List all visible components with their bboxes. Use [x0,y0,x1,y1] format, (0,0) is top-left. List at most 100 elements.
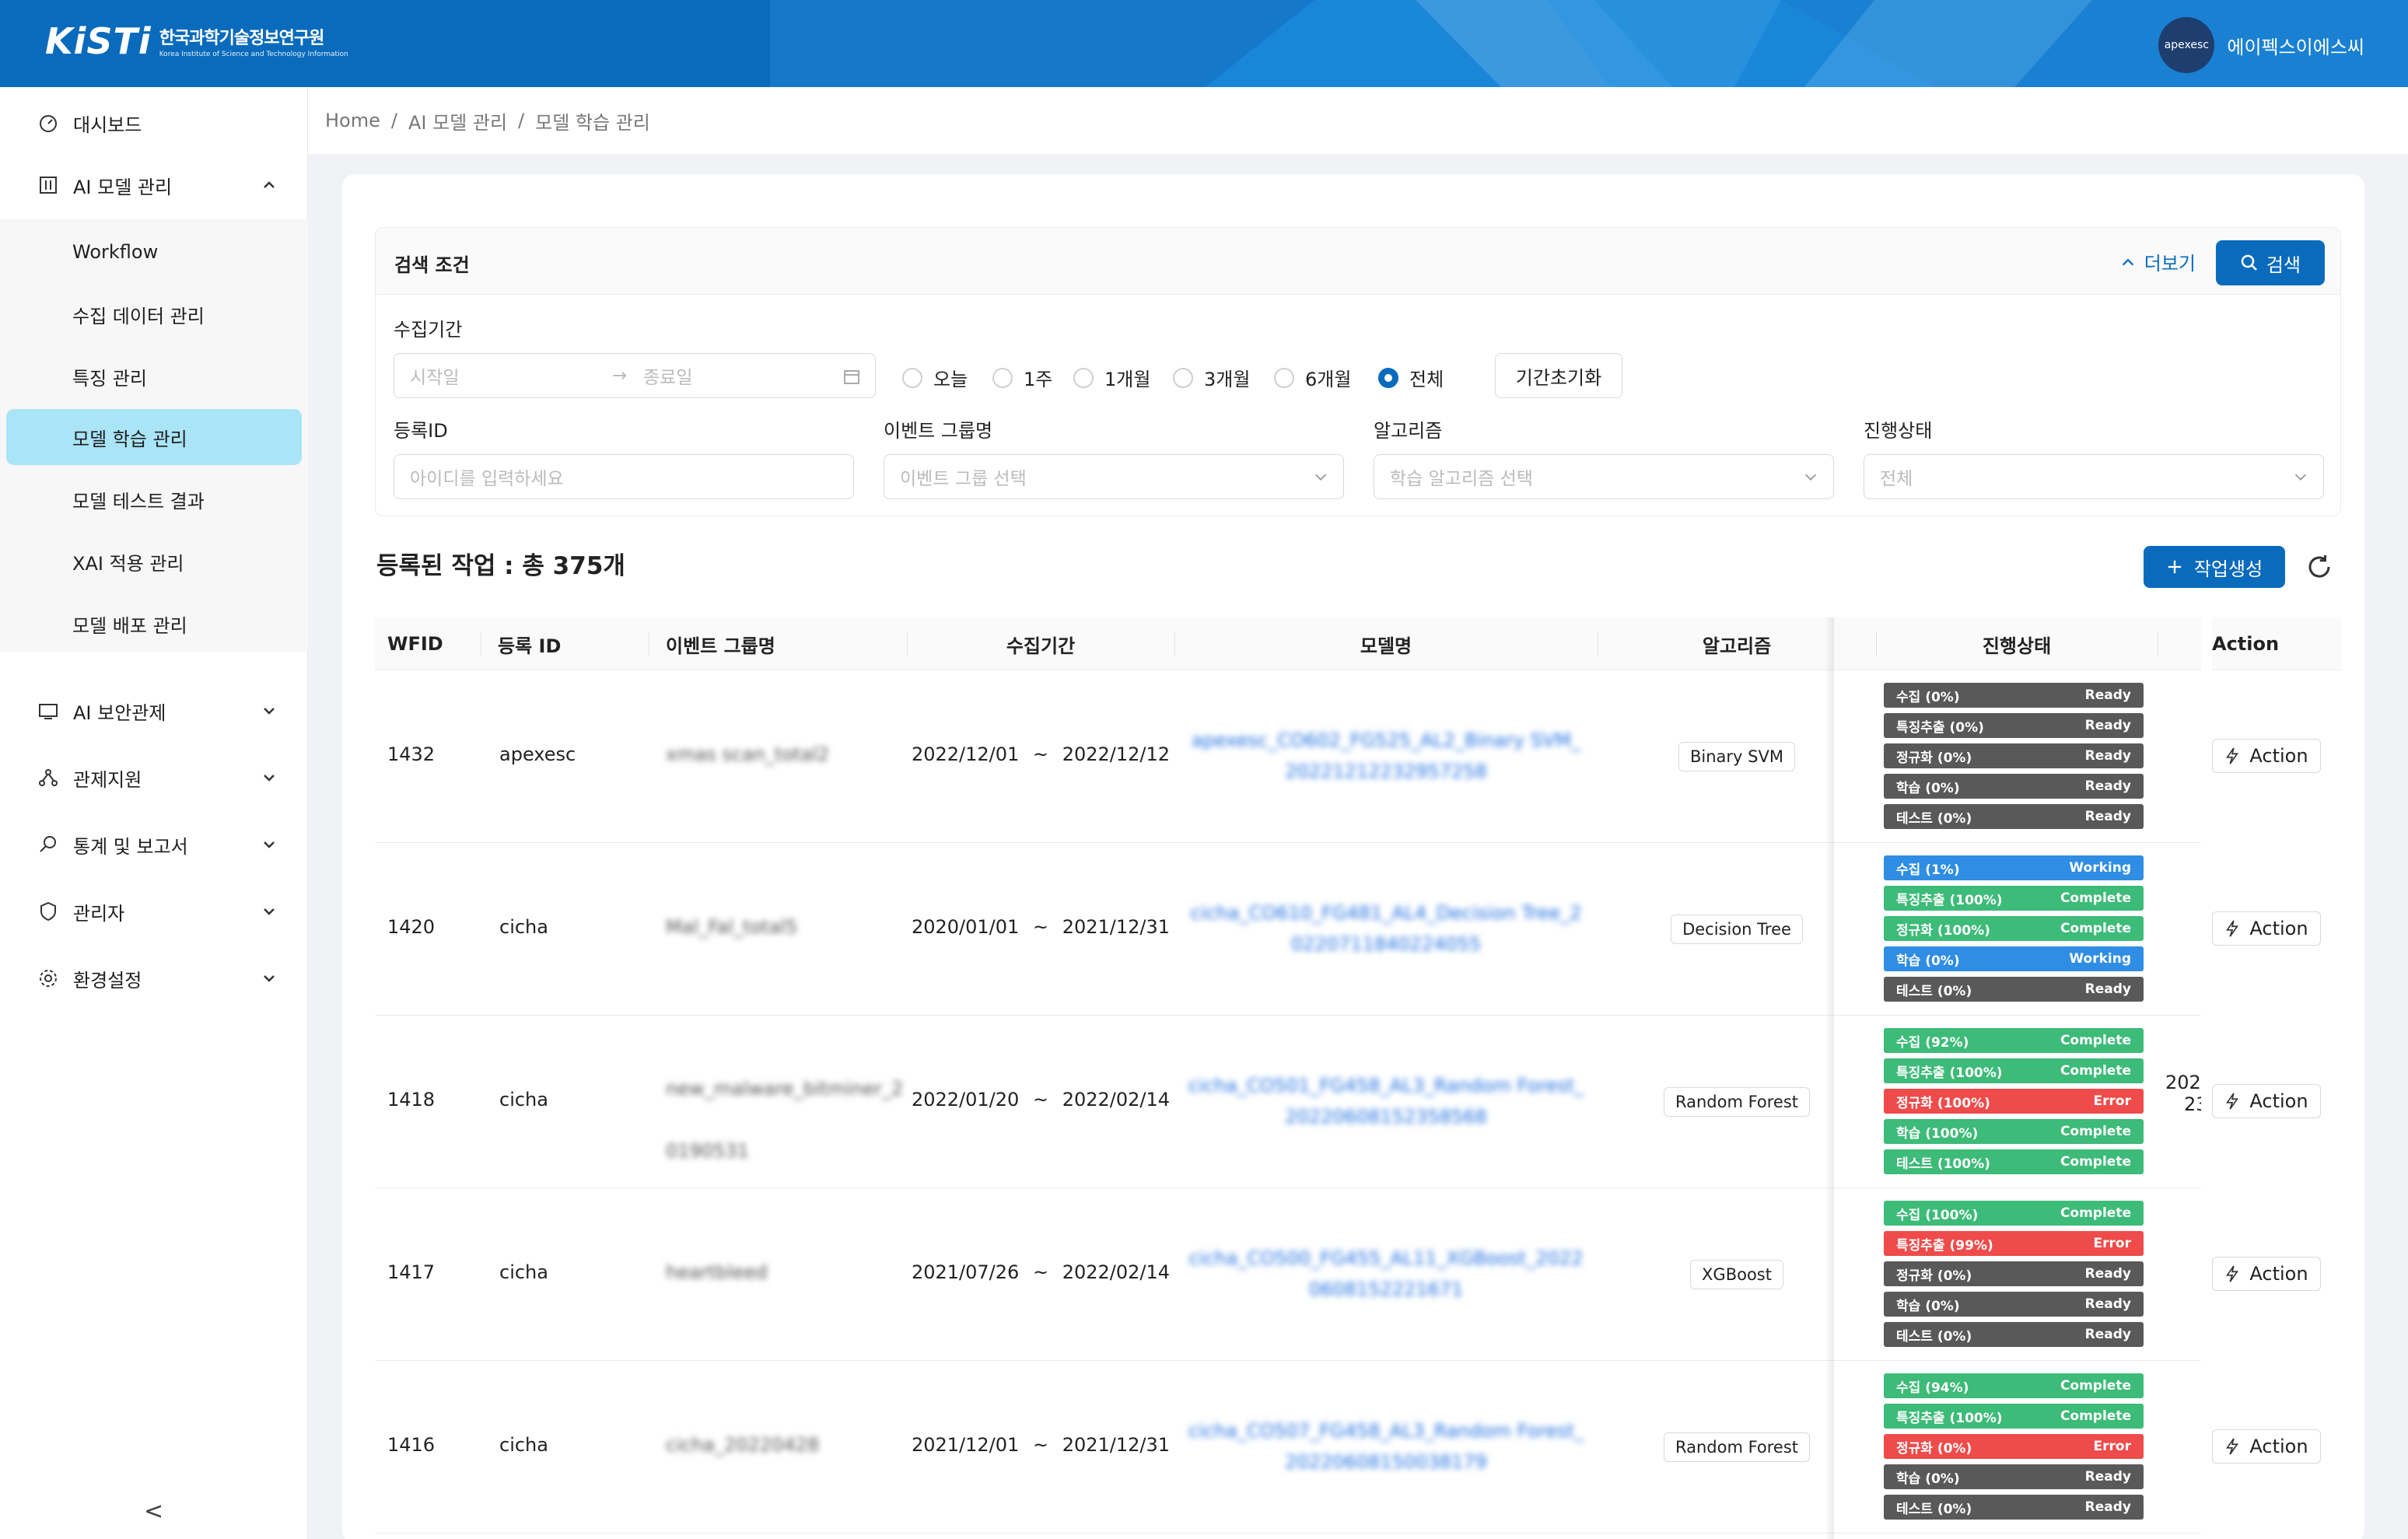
status-bar: 테스트 (100%) Complete [1884,1149,2144,1174]
col-wfid: WFID [387,633,443,655]
search-button[interactable]: 검색 [2216,240,2325,285]
more-toggle[interactable]: 더보기 [2119,248,2196,275]
algorithm-select[interactable]: 학습 알고리즘 선택 [1374,454,1834,499]
radio-dot[interactable] [1073,367,1094,388]
create-job-button[interactable]: 작업생성 [2144,546,2285,588]
table-row: 1432 apexesc xmas scan_total2 2022/12/01 ~ … [375,670,2341,843]
reg-id-cell: cicha [499,1261,548,1283]
table-row: 1418 cicha new_malware_bitminer_2 0190531 20… [375,1016,2341,1188]
status-select[interactable]: 전체 [1864,454,2324,499]
radio-label: 전체 [1409,369,1444,390]
user-name[interactable]: 에이펙스이에스씨 [2227,32,2364,59]
collapse-sidebar-button[interactable]: < [144,1498,163,1525]
chevron-down-icon [264,908,275,915]
refresh-icon[interactable] [2305,553,2333,581]
range-1-week[interactable]: 1주 [992,364,1052,391]
period-cell: 2021/12/01 ~ 2021/12/31 [907,1434,1174,1456]
user-menu[interactable]: apexesc 에이펙스이에스씨 [2158,17,2364,73]
status-bar: 정규화 (0%) Error [1884,1434,2144,1459]
model-name-link[interactable]: cicha_CO500_FG455_AL11_XGBoost_2022 06081… [1174,1243,1598,1305]
action-column-shadow [1825,617,1834,1539]
kisti-logo[interactable]: KiSTi 한국과학기술정보연구원 Korea Institute of Sci… [45,20,348,62]
chevron-down-icon [2294,474,2307,481]
col-reg-id: 등록 ID [498,635,562,657]
sidebar-item-stats[interactable]: 통계 및 보고서 [0,821,308,868]
sidebar-item-label: 환경설정 [73,969,142,992]
action-label: Action [2249,1436,2308,1457]
status-step-label: 수집 (1%) [1896,862,1960,878]
sidebar-item-admin[interactable]: 관리자 [0,888,308,935]
period-separator: ~ [1032,1089,1049,1111]
status-step-label: 수집 (94%) [1896,1380,1969,1396]
sidebar-item-dashboard[interactable]: 대시보드 [0,100,308,146]
range-all[interactable]: 전체 [1378,364,1444,391]
status-select-value: 전체 [1880,469,1913,489]
range-1-month[interactable]: 1개월 [1073,364,1150,391]
event-group-cell: new_malware_bitminer_2 0190531 [666,1073,903,1166]
sidebar-item-settings[interactable]: 환경설정 [0,955,308,1002]
col-algorithm: 알고리즘 [1702,635,1772,657]
sidebar-item-model-training[interactable]: 모델 학습 관리 [6,409,302,465]
network-icon [37,767,59,789]
reg-id-cell: cicha [499,1434,548,1456]
search-icon [2241,254,2257,271]
action-button[interactable]: Action [2212,1429,2321,1464]
status-bar: 테스트 (0%) Ready [1884,1495,2144,1520]
range-today[interactable]: 오늘 [902,364,968,391]
status-bar: 특징추출 (100%) Complete [1884,1058,2144,1083]
model-name-line-1: cicha_CO507_FG458_AL3_Random Forest_ [1188,1420,1584,1442]
radio-dot-selected[interactable] [1378,367,1398,388]
period-separator: ~ [1032,916,1049,938]
status-state: Working [2069,951,2131,967]
reg-id-cell: apexesc [499,743,576,765]
action-button[interactable]: Action [2212,1084,2321,1118]
sidebar-item-ai-model[interactable]: AI 모델 관리 [0,162,308,208]
sidebar-item-workflow[interactable]: Workflow [6,224,302,280]
avatar[interactable]: apexesc [2158,17,2215,73]
algorithm-tag: Random Forest [1663,1432,1811,1462]
sidebar-item-xai[interactable]: XAI 적용 관리 [6,533,302,589]
event-group-cell: xmas scan_total2 [666,743,830,765]
model-name-link[interactable]: apexesc_CO602_FG525_AL2_Binary SVM_ 20221… [1174,725,1598,787]
radio-label: 1개월 [1104,369,1151,390]
breadcrumb-ai-model[interactable]: AI 모델 관리 [408,107,507,135]
date-range-picker[interactable]: 시작일 → 종료일 [394,353,876,398]
lightning-icon [2226,920,2239,937]
period-cell: 2021/07/26 ~ 2022/02/14 [907,1261,1174,1283]
model-name-line-2: 0220711840224055 [1290,933,1482,955]
event-group-label: 이벤트 그룹명 [884,420,993,442]
sidebar-item-collect-data[interactable]: 수집 데이터 관리 [6,286,302,342]
sidebar-item-ai-security[interactable]: AI 보안관제 [0,687,308,734]
radio-dot[interactable] [1173,367,1193,388]
col-model-name: 모델명 [1360,635,1412,657]
breadcrumb-home[interactable]: Home [325,110,380,131]
action-button[interactable]: Action [2212,739,2321,773]
radio-dot[interactable] [1274,367,1294,388]
range-6-month[interactable]: 6개월 [1274,364,1351,391]
model-name-link[interactable]: cicha_CO501_FG458_AL3_Random Forest_ 2022… [1174,1070,1598,1132]
event-group-select[interactable]: 이벤트 그룹 선택 [884,454,1344,499]
end-date-input[interactable]: 종료일 [643,362,692,389]
status-step-label: 수집 (0%) [1896,689,1960,705]
model-name-line-2: 20220608150038179 [1285,1451,1487,1473]
sidebar-item-control-support[interactable]: 관제지원 [0,754,308,801]
range-3-month[interactable]: 3개월 [1173,364,1250,391]
reset-period-button[interactable]: 기간초기화 [1495,353,1622,398]
radio-dot[interactable] [902,367,922,388]
chevron-down-icon [264,708,275,715]
status-bar: 학습 (0%) Working [1884,946,2144,971]
sidebar-item-feature[interactable]: 특징 관리 [6,348,302,404]
action-label: Action [2249,745,2308,767]
sidebar-item-model-test[interactable]: 모델 테스트 결과 [6,471,302,527]
sidebar-item-model-deploy[interactable]: 모델 배포 관리 [6,596,302,652]
start-date-input[interactable]: 시작일 [410,362,459,389]
model-name-link[interactable]: cicha_CO507_FG458_AL3_Random Forest_ 2022… [1174,1415,1598,1478]
action-button[interactable]: Action [2212,911,2321,946]
radio-dot[interactable] [992,367,1013,388]
model-name-link[interactable]: cicha_CO610_FG481_AL4_Decision Tree_2 022… [1174,897,1598,960]
calendar-icon [844,370,859,384]
monitor-icon [37,700,59,722]
action-button[interactable]: Action [2212,1257,2321,1291]
reg-id-input[interactable]: 아이디를 입력하세요 [394,454,854,499]
status-bar: 학습 (0%) Ready [1884,774,2144,799]
